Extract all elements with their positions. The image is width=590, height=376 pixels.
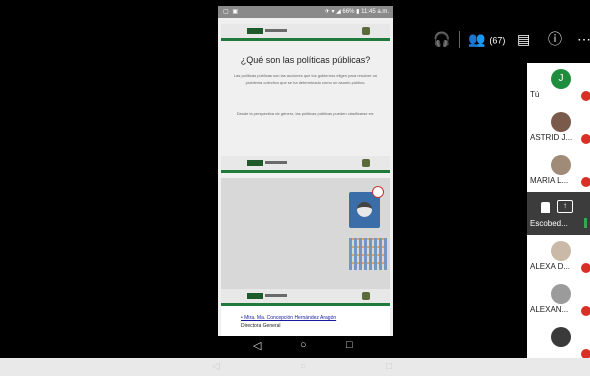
status-icons-right: ✈ ▾ ◢ 66% ▮ 11:45 a.m. xyxy=(324,9,389,15)
phone-back-icon: ◁ xyxy=(253,340,262,352)
slide-header-strip xyxy=(221,24,390,41)
participant-name: Escobed... xyxy=(530,219,568,228)
logo-left-text xyxy=(265,29,287,32)
face-icon xyxy=(357,202,372,217)
participants-panel: J Tú ASTRID J... MARIA L... ↑ Escobed...… xyxy=(527,63,590,358)
participant-name: ASTRID J... xyxy=(530,133,573,142)
participant-name: MARIA L... xyxy=(530,176,569,185)
mic-off-icon xyxy=(581,91,590,101)
mic-off-icon xyxy=(581,306,590,316)
footer-name: • Mtra. Ma. Concepción Hernández Aragón xyxy=(241,315,337,321)
shared-phone-screen: ▢ ▣ ✈ ▾ ◢ 66% ▮ 11:45 a.m. ¿Qué son las … xyxy=(218,6,393,336)
avatar xyxy=(551,155,571,175)
phone-recent-icon: □ xyxy=(346,339,353,351)
pin-icon xyxy=(541,202,550,213)
participant-tile[interactable]: ALEXA D... xyxy=(527,235,590,279)
avatar xyxy=(551,112,571,132)
participant-name: Tú xyxy=(530,90,540,99)
avatar: J xyxy=(551,69,571,89)
speaking-indicator-icon xyxy=(584,218,587,228)
logo-left-text xyxy=(265,161,287,164)
phone-home-icon: ○ xyxy=(300,339,307,351)
avatar xyxy=(551,241,571,261)
slide-header-strip-3 xyxy=(221,289,390,306)
mic-off-icon xyxy=(581,177,590,187)
participant-tile[interactable]: ALEXAN... xyxy=(527,278,590,322)
back-icon[interactable]: ◁ xyxy=(212,361,220,372)
recent-apps-icon[interactable]: □ xyxy=(386,361,392,372)
slide-body-paragraph-1: Las políticas públicas son las acciones … xyxy=(233,73,378,85)
avatar xyxy=(551,284,571,304)
participant-tile[interactable] xyxy=(527,321,590,358)
people-group-illustration xyxy=(349,238,387,270)
avatar xyxy=(551,327,571,347)
footer-role: Directora General xyxy=(241,323,281,329)
participant-name: ALEXA D... xyxy=(530,262,571,271)
status-icons-left: ▢ ▣ xyxy=(223,9,240,15)
logo-right xyxy=(362,292,370,300)
slide-body-paragraph-2: Desde la perspectiva de género, las polí… xyxy=(236,111,375,116)
home-icon[interactable]: ○ xyxy=(300,361,306,372)
logo-right xyxy=(362,27,370,35)
phone-status-bar: ▢ ▣ ✈ ▾ ◢ 66% ▮ 11:45 a.m. xyxy=(218,6,393,18)
present-screen-icon: ↑ xyxy=(557,200,573,213)
phone-nav-bar: ◁ ○ □ xyxy=(218,336,393,356)
slide-title: ¿Qué son las políticas públicas? xyxy=(240,55,371,65)
chat-icon[interactable]: ▤ xyxy=(517,30,530,48)
slide-header-strip-2 xyxy=(221,156,390,173)
location-pin-icon xyxy=(372,186,384,198)
participant-tile-presenting[interactable]: ↑ Escobed... xyxy=(527,192,590,236)
logo-left xyxy=(247,293,263,299)
logo-left-text xyxy=(265,294,287,297)
logo-left xyxy=(247,160,263,166)
participant-tile[interactable]: J Tú xyxy=(527,63,590,107)
participants-count: (67) xyxy=(489,35,506,46)
participant-tile[interactable]: MARIA L... xyxy=(527,149,590,193)
participant-name: ALEXAN... xyxy=(530,305,569,314)
logo-left xyxy=(247,28,263,34)
slide-footer: • Mtra. Ma. Concepción Hernández Aragón … xyxy=(221,306,390,336)
mic-off-icon xyxy=(581,349,590,358)
device-nav-bar: ◁ ○ □ xyxy=(0,358,590,376)
logo-right xyxy=(362,159,370,167)
audio-icon[interactable]: 🎧 xyxy=(433,30,450,48)
mic-off-icon xyxy=(581,263,590,273)
people-icon: 👥 xyxy=(468,31,486,47)
participant-tile[interactable]: ASTRID J... xyxy=(527,106,590,150)
woman-illustration xyxy=(349,186,384,228)
mic-off-icon xyxy=(581,134,590,144)
more-options-icon[interactable]: ⋯ xyxy=(577,30,590,48)
participants-button[interactable]: 👥 (67) xyxy=(468,30,505,49)
info-icon[interactable]: ⓘ xyxy=(548,30,562,48)
toolbar-divider xyxy=(459,31,460,48)
